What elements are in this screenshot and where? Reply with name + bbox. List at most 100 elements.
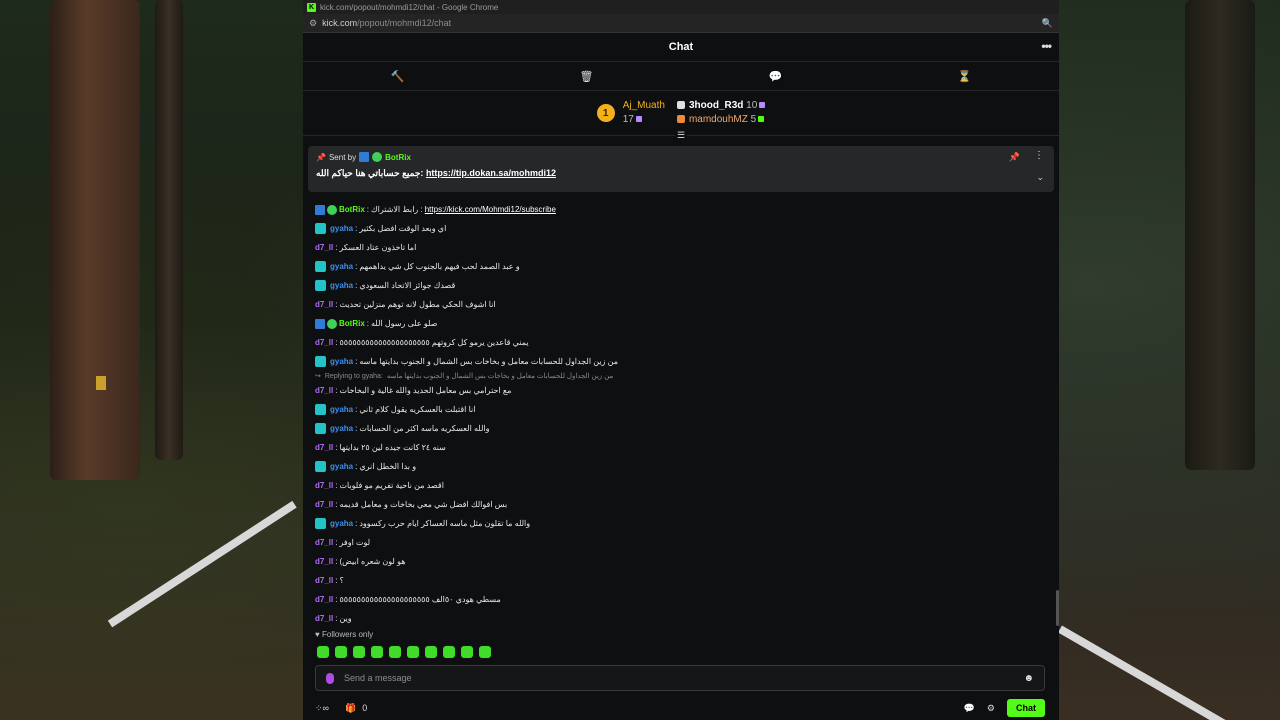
chat-message[interactable]: d7_ll: (هو لون شعره ابيض: [315, 552, 1045, 571]
address-bar[interactable]: ⚙ kick.com/popout/mohmdi12/chat 🔍: [303, 14, 1059, 33]
chat-message[interactable]: d7_ll: سنه ٢٤ كانت جيده لين ٢٥ بدايتها: [315, 438, 1045, 457]
chat-message[interactable]: BotRix: رابط الاشتراك : https://kick.com…: [315, 200, 1045, 219]
emoji-picker-icon[interactable]: ☻: [1023, 673, 1034, 684]
chat-username[interactable]: gyaha: [330, 357, 353, 366]
chat-username[interactable]: d7_ll: [315, 576, 333, 585]
chat-username[interactable]: d7_ll: [315, 338, 333, 347]
leaderboard-name[interactable]: 3hood_R3d: [689, 100, 743, 111]
pinned-user[interactable]: BotRix: [385, 153, 411, 162]
emote-icon[interactable]: [443, 646, 455, 658]
chat-message[interactable]: d7_ll: ؟: [315, 571, 1045, 590]
emote-icon[interactable]: [425, 646, 437, 658]
chat-username[interactable]: gyaha: [330, 224, 353, 233]
chat-message[interactable]: gyaha: و عبد الصمد لحب فيهم بالجنوب كل ش…: [315, 257, 1045, 276]
chat-message[interactable]: d7_ll: مسطي هودي ٥٠الف ٥٥٥٥٥٥٥٥٥٥٥٥٥٥٥٥٥…: [315, 590, 1045, 609]
zoom-icon[interactable]: 🔍: [1042, 18, 1053, 29]
road-line: [1058, 625, 1262, 720]
send-chat-button[interactable]: Chat: [1007, 699, 1045, 717]
chat-message[interactable]: d7_ll: لوت اوفر: [315, 533, 1045, 552]
emote-icon[interactable]: [371, 646, 383, 658]
pinned-more-icon[interactable]: ⋮: [1034, 150, 1044, 161]
chat-message[interactable]: d7_ll: بس افوالك افضل شي معي بخاخات و مع…: [315, 495, 1045, 514]
leaderboard-count: 10: [746, 100, 758, 111]
chat-message[interactable]: d7_ll: اما تاخذون عتاد العسكر: [315, 238, 1045, 257]
chat-message[interactable]: d7_ll: انا اشوف الحكي مطول لانه توهم منز…: [315, 295, 1045, 314]
pinned-link[interactable]: https://tip.dokan.sa/mohmdi12: [426, 168, 556, 178]
emote-icon[interactable]: [479, 646, 491, 658]
window-titlebar[interactable]: K kick.com/popout/mohmdi12/chat - Google…: [303, 0, 1059, 14]
chat-username[interactable]: BotRix: [339, 319, 365, 328]
chat-messages[interactable]: BotRix: رابط الاشتراك : https://kick.com…: [315, 200, 1045, 628]
gift-count-icon[interactable]: 🎁: [345, 703, 356, 714]
chat-username[interactable]: d7_ll: [315, 443, 333, 452]
chat-rules-icon[interactable]: 💬: [964, 703, 975, 714]
chat-username[interactable]: d7_ll: [315, 243, 333, 252]
chevron-down-icon[interactable]: ⌄: [1036, 172, 1044, 183]
settings-gear-icon[interactable]: ⚙: [987, 703, 995, 714]
chat-username[interactable]: d7_ll: [315, 300, 333, 309]
emote-icon[interactable]: [353, 646, 365, 658]
chat-username[interactable]: gyaha: [330, 462, 353, 471]
emote-icon[interactable]: [335, 646, 347, 658]
chat-text: و عبد الصمد لحب فيهم بالجنوب كل شي يداهم…: [359, 262, 520, 271]
chat-message[interactable]: d7_ll: اقصد من ناحية تفريم مو فلوبات: [315, 476, 1045, 495]
chat-text: والله العسكريه ماسه اكثر من الحسابات: [359, 424, 490, 433]
chat-message[interactable]: d7_ll: مع احترامي بس معامل الحديد والله …: [315, 381, 1045, 400]
leaderboard-name[interactable]: mamdouhMZ: [689, 114, 748, 125]
url-text[interactable]: kick.com/popout/mohmdi12/chat: [322, 18, 451, 28]
emote-icon[interactable]: [317, 646, 329, 658]
emote-icon[interactable]: [407, 646, 419, 658]
chat-username[interactable]: d7_ll: [315, 538, 333, 547]
reply-arrow-icon: ↪: [315, 373, 321, 380]
chat-username[interactable]: gyaha: [330, 281, 353, 290]
verified-badge-icon: [327, 204, 337, 215]
chat-username[interactable]: gyaha: [330, 262, 353, 271]
viewers-infinity-icon[interactable]: ⁘∞: [315, 703, 329, 714]
chat-message[interactable]: BotRix: صلو على رسول الله: [315, 314, 1045, 333]
chat-message[interactable]: gyaha: انا اقتبلت بالعسكريه يقول كلام ثا…: [315, 400, 1045, 419]
emote-icon[interactable]: [389, 646, 401, 658]
chat-username[interactable]: d7_ll: [315, 595, 333, 604]
chat-link[interactable]: https://kick.com/Mohmdi12/subscribe: [425, 205, 556, 214]
emote-icon[interactable]: [461, 646, 473, 658]
chat-message[interactable]: gyaha: والله العسكريه ماسه اكثر من الحسا…: [315, 419, 1045, 438]
leaderboard-count: 17: [622, 114, 634, 125]
chat-username[interactable]: d7_ll: [315, 386, 333, 395]
chat-message[interactable]: d7_ll: وين: [315, 609, 1045, 628]
user-badge-icon: [315, 404, 326, 415]
chat-message[interactable]: gyaha: اي وبعد الوقت افضل بكثير: [315, 219, 1045, 238]
chat-bubble-icon[interactable]: 💬: [766, 70, 786, 83]
unpin-icon[interactable]: 📌: [1009, 152, 1020, 163]
chat-message[interactable]: gyaha: والله ما تقلون مثل ماسه العساكر ا…: [315, 514, 1045, 533]
chat-text: انا اشوف الحكي مطول لانه توهم منزلين تحد…: [339, 300, 496, 309]
leaderboard-name[interactable]: Aj_Muath: [623, 99, 665, 113]
site-settings-icon[interactable]: ⚙: [309, 18, 317, 29]
chat-message[interactable]: gyaha: من زين الجداول للحسابات معامل و ب…: [315, 352, 1045, 371]
chat-username[interactable]: d7_ll: [315, 557, 333, 566]
user-badge-icon: [315, 280, 326, 291]
trash-icon[interactable]: 🗑: [577, 70, 597, 83]
chat-message[interactable]: d7_ll: يمني قاعدين يرمو كل كروتهم ٥٥٥٥٥٥…: [315, 333, 1045, 352]
chat-message[interactable]: gyaha: قصدك جوائز الاتحاد السعودي: [315, 276, 1045, 295]
browser-window: K kick.com/popout/mohmdi12/chat - Google…: [303, 0, 1059, 720]
collapse-leaderboard-icon[interactable]: ☰: [675, 130, 687, 141]
bot-badge-icon: [315, 204, 325, 215]
chat-username[interactable]: gyaha: [330, 405, 353, 414]
chat-message[interactable]: gyaha: و بدا الخطل انري: [315, 457, 1045, 476]
chat-username[interactable]: d7_ll: [315, 614, 333, 623]
chat-username[interactable]: gyaha: [330, 519, 353, 528]
more-options-icon[interactable]: •••: [1041, 39, 1052, 53]
microphone-icon[interactable]: [326, 672, 334, 684]
chat-username[interactable]: gyaha: [330, 424, 353, 433]
chat-username[interactable]: d7_ll: [315, 481, 333, 490]
hourglass-icon[interactable]: ⏳: [955, 70, 975, 83]
chat-username[interactable]: d7_ll: [315, 500, 333, 509]
message-input[interactable]: Send a message ☻: [315, 665, 1045, 691]
chat-scrollbar[interactable]: [1056, 590, 1059, 626]
chat-username[interactable]: BotRix: [339, 205, 365, 214]
gift-icon: [759, 102, 766, 109]
ban-hammer-icon[interactable]: 🔨: [388, 70, 408, 83]
third-place-icon: [676, 115, 685, 124]
message-placeholder[interactable]: Send a message: [344, 673, 1013, 683]
chat-text: و بدا الخطل انري: [359, 462, 417, 471]
